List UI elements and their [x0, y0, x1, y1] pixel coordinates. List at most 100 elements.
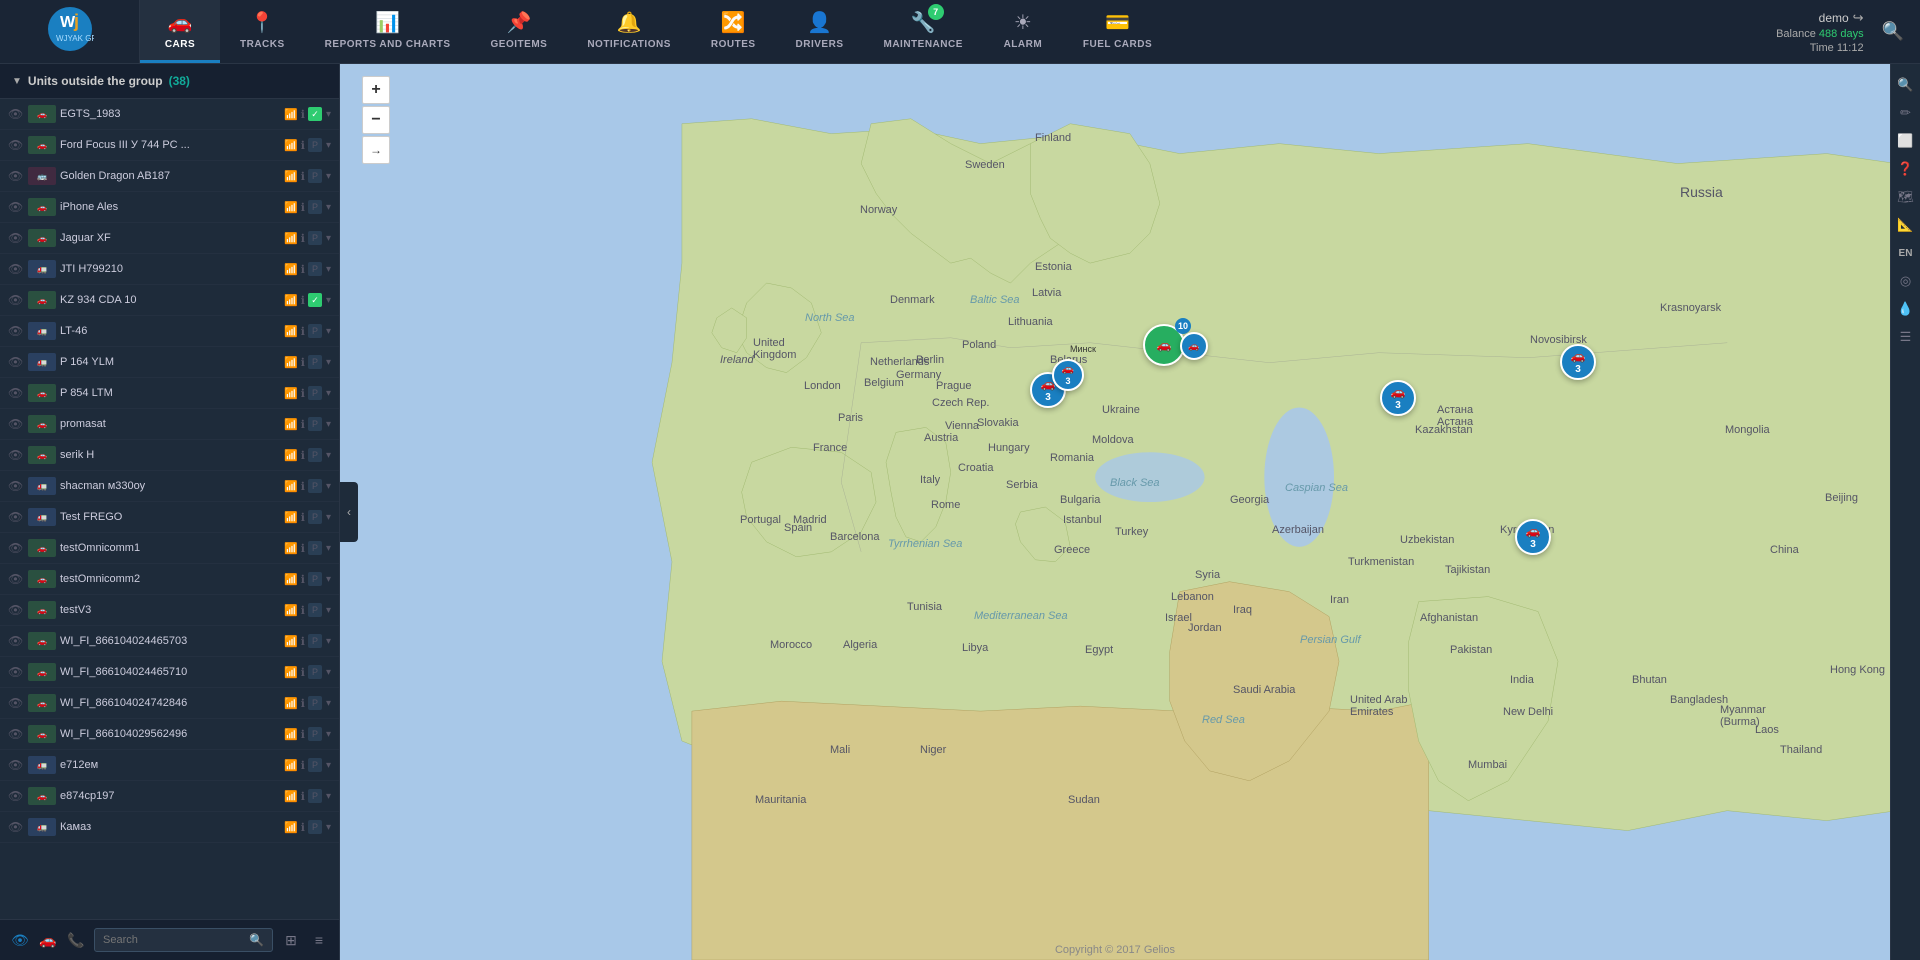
map-area[interactable]: ‹ + − →: [340, 64, 1890, 960]
eye-icon[interactable]: 👁: [8, 200, 24, 214]
eye-icon[interactable]: 👁: [8, 448, 24, 462]
right-icon-map[interactable]: 🗺: [1893, 184, 1919, 210]
footer-icon-eye[interactable]: 👁: [8, 928, 32, 952]
nav-item-cars[interactable]: 🚗 CARS: [140, 0, 220, 63]
list-item[interactable]: 👁 🚗 Ford Focus III У 744 РС ... 📶 ℹ P ▾: [0, 130, 339, 161]
eye-icon[interactable]: 👁: [8, 820, 24, 834]
right-icon-layers[interactable]: ⬜: [1893, 128, 1919, 154]
cluster-marker-c5[interactable]: 🚗 3: [1380, 380, 1416, 416]
nav-item-geoitems[interactable]: 📌 GEOITEMS: [471, 0, 568, 63]
cluster-marker-c2[interactable]: 🚗 10: [1143, 324, 1185, 366]
eye-icon[interactable]: 👁: [8, 386, 24, 400]
right-icon-menu[interactable]: ☰: [1893, 324, 1919, 350]
list-item[interactable]: 👁 🚗 serik H 📶 ℹ P ▾: [0, 440, 339, 471]
expand-icon[interactable]: ▾: [326, 357, 331, 368]
expand-icon[interactable]: ▾: [326, 326, 331, 337]
eye-icon[interactable]: 👁: [8, 293, 24, 307]
nav-item-fuelcards[interactable]: 💳 FUEL CARDS: [1063, 0, 1172, 63]
footer-icon-phone[interactable]: 📞: [64, 928, 88, 952]
nav-item-maintenance[interactable]: 🔧 7 MAINTENANCE: [863, 0, 982, 63]
cluster-marker-c1b[interactable]: 🚗: [1180, 332, 1208, 360]
expand-icon[interactable]: ▾: [326, 202, 331, 213]
eye-icon[interactable]: 👁: [8, 355, 24, 369]
list-item[interactable]: 👁 🚗 testV3 📶 ℹ P ▾: [0, 595, 339, 626]
nav-item-alarm[interactable]: ☀ ALARM: [983, 0, 1063, 63]
list-item[interactable]: 👁 🚗 WI_FI_866104024465703 📶 ℹ P ▾: [0, 626, 339, 657]
list-item[interactable]: 👁 🚗 P 854 LTM 📶 ℹ P ▾: [0, 378, 339, 409]
list-item[interactable]: 👁 🚗 promasat 📶 ℹ P ▾: [0, 409, 339, 440]
expand-icon[interactable]: ▾: [326, 822, 331, 833]
eye-icon[interactable]: 👁: [8, 262, 24, 276]
cluster-marker-c8[interactable]: 🚗 3: [1515, 519, 1551, 555]
right-icon-ruler[interactable]: 📐: [1893, 212, 1919, 238]
eye-icon[interactable]: 👁: [8, 758, 24, 772]
list-item[interactable]: 👁 🚛 P 164 YLM 📶 ℹ P ▾: [0, 347, 339, 378]
expand-icon[interactable]: ▾: [326, 140, 331, 151]
eye-icon[interactable]: 👁: [8, 510, 24, 524]
expand-icon[interactable]: ▾: [326, 543, 331, 554]
list-item[interactable]: 👁 🚛 shacman м330оу 📶 ℹ P ▾: [0, 471, 339, 502]
footer-icon-grid[interactable]: ⊞: [279, 928, 303, 952]
eye-icon[interactable]: 👁: [8, 169, 24, 183]
list-item[interactable]: 👁 🚗 е874ср197 📶 ℹ P ▾: [0, 781, 339, 812]
list-item[interactable]: 👁 🚗 KZ 934 CDA 10 📶 ℹ ✓ ▾: [0, 285, 339, 316]
footer-icon-list[interactable]: ≡: [307, 928, 331, 952]
map-collapse-button[interactable]: ‹: [340, 482, 358, 542]
eye-icon[interactable]: 👁: [8, 231, 24, 245]
nav-item-tracks[interactable]: 📍 TRACKS: [220, 0, 305, 63]
expand-icon[interactable]: ▾: [326, 109, 331, 120]
expand-icon[interactable]: ▾: [326, 667, 331, 678]
list-item[interactable]: 👁 🚗 WI_FI_866104024742846 📶 ℹ P ▾: [0, 688, 339, 719]
eye-icon[interactable]: 👁: [8, 479, 24, 493]
eye-icon[interactable]: 👁: [8, 665, 24, 679]
list-item[interactable]: 👁 🚗 WI_FI_866104024465710 📶 ℹ P ▾: [0, 657, 339, 688]
list-item[interactable]: 👁 🚛 Камаз 📶 ℹ P ▾: [0, 812, 339, 843]
list-item[interactable]: 👁 🚛 LT-46 📶 ℹ P ▾: [0, 316, 339, 347]
expand-icon[interactable]: ▾: [326, 233, 331, 244]
expand-icon[interactable]: ▾: [326, 264, 331, 275]
eye-icon[interactable]: 👁: [8, 107, 24, 121]
list-item[interactable]: 👁 🚛 Test FREGO 📶 ℹ P ▾: [0, 502, 339, 533]
expand-icon[interactable]: ▾: [326, 295, 331, 306]
expand-icon[interactable]: ▾: [326, 171, 331, 182]
expand-icon[interactable]: ▾: [326, 388, 331, 399]
eye-icon[interactable]: 👁: [8, 541, 24, 555]
list-item[interactable]: 👁 🚗 iPhone Ales 📶 ℹ P ▾: [0, 192, 339, 223]
expand-icon[interactable]: ▾: [326, 481, 331, 492]
top-search-icon[interactable]: 🔍: [1882, 21, 1904, 42]
cluster-marker-c7[interactable]: 🚗 3: [1560, 344, 1596, 380]
expand-icon[interactable]: ▾: [326, 729, 331, 740]
group-collapse-icon[interactable]: ▼: [12, 76, 22, 87]
right-icon-target[interactable]: ◎: [1893, 268, 1919, 294]
expand-icon[interactable]: ▾: [326, 698, 331, 709]
nav-item-reports[interactable]: 📊 REPORTS AND CHARTS: [305, 0, 471, 63]
list-item[interactable]: 👁 🚗 testOmnicomm1 📶 ℹ P ▾: [0, 533, 339, 564]
eye-icon[interactable]: 👁: [8, 603, 24, 617]
nav-item-notifications[interactable]: 🔔 NOTIFICATIONS: [567, 0, 691, 63]
eye-icon[interactable]: 👁: [8, 417, 24, 431]
eye-icon[interactable]: 👁: [8, 789, 24, 803]
eye-icon[interactable]: 👁: [8, 324, 24, 338]
eye-icon[interactable]: 👁: [8, 696, 24, 710]
nav-item-routes[interactable]: 🔀 ROUTES: [691, 0, 776, 63]
right-icon-edit[interactable]: ✏: [1893, 100, 1919, 126]
logout-icon[interactable]: ↪: [1853, 10, 1864, 26]
map-arrow-button[interactable]: →: [362, 136, 390, 164]
zoom-in-button[interactable]: +: [362, 76, 390, 104]
list-item[interactable]: 👁 🚗 EGTS_1983 📶 ℹ ✓ ▾: [0, 99, 339, 130]
right-icon-drop[interactable]: 💧: [1893, 296, 1919, 322]
eye-icon[interactable]: 👁: [8, 634, 24, 648]
expand-icon[interactable]: ▾: [326, 419, 331, 430]
expand-icon[interactable]: ▾: [326, 512, 331, 523]
right-icon-help[interactable]: ❓: [1893, 156, 1919, 182]
list-item[interactable]: 👁 🚗 testOmnicomm2 📶 ℹ P ▾: [0, 564, 339, 595]
eye-icon[interactable]: 👁: [8, 727, 24, 741]
expand-icon[interactable]: ▾: [326, 574, 331, 585]
list-item[interactable]: 👁 🚌 Golden Dragon AB187 📶 ℹ P ▾: [0, 161, 339, 192]
zoom-out-button[interactable]: −: [362, 106, 390, 134]
eye-icon[interactable]: 👁: [8, 572, 24, 586]
list-item[interactable]: 👁 🚛 е712ем 📶 ℹ P ▾: [0, 750, 339, 781]
list-item[interactable]: 👁 🚗 WI_FI_866104029562496 📶 ℹ P ▾: [0, 719, 339, 750]
eye-icon[interactable]: 👁: [8, 138, 24, 152]
expand-icon[interactable]: ▾: [326, 636, 331, 647]
